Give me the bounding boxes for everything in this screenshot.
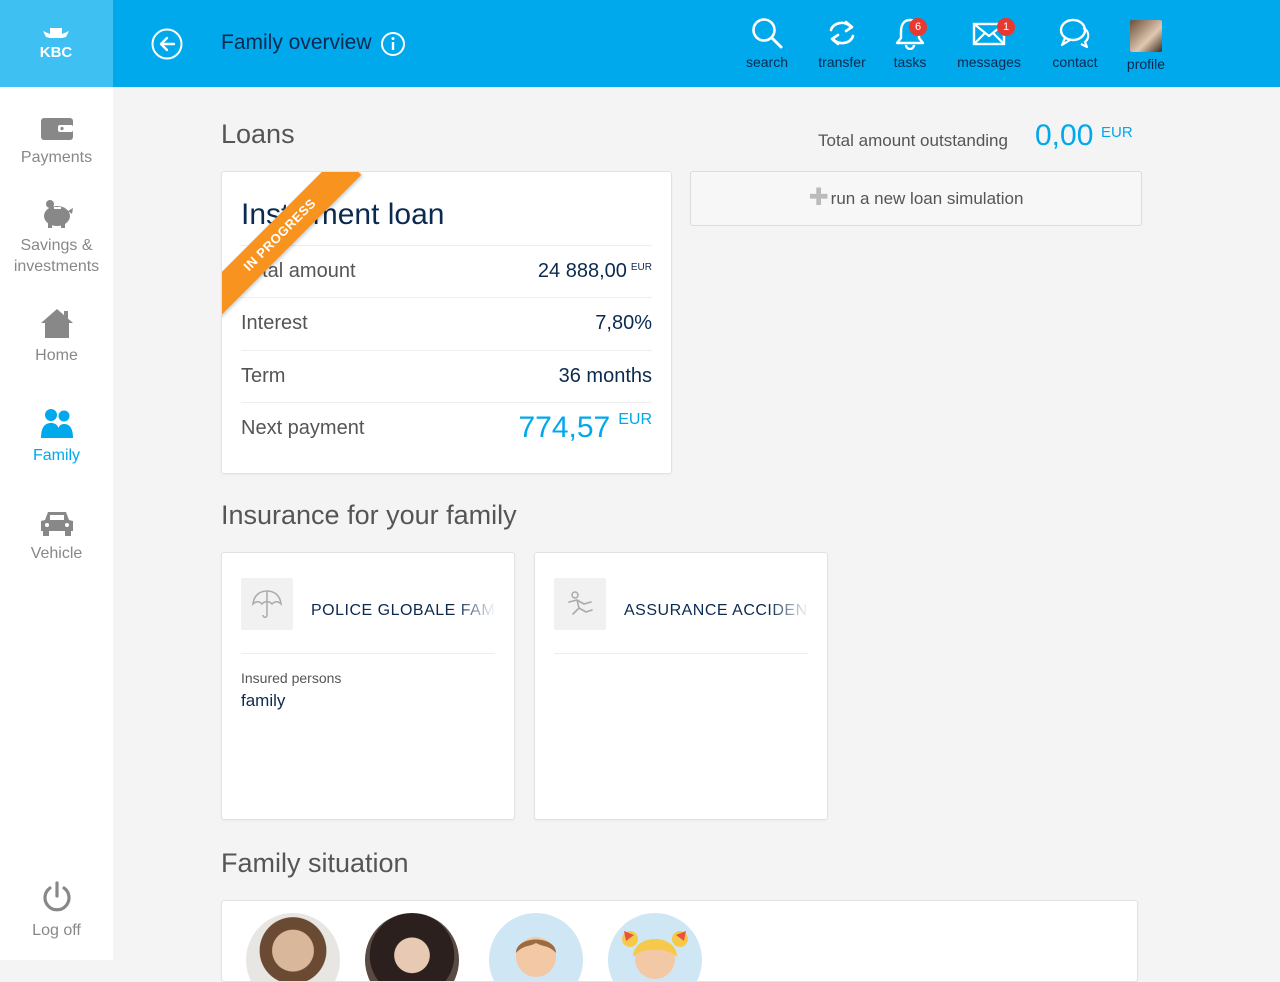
sidebar-item-home[interactable]: Home	[0, 307, 113, 366]
car-icon	[40, 512, 73, 536]
family-situation-card	[221, 900, 1138, 982]
transfer-icon	[829, 20, 855, 46]
kbc-logo-icon: KBC	[40, 28, 73, 61]
sidebar-item-label: Savings & investments	[13, 237, 100, 275]
nav-contact-label: contact	[1052, 54, 1098, 70]
family-member-photo[interactable]	[246, 913, 340, 981]
insurance-name: ASSURANCE ACCIDENTS	[624, 602, 809, 620]
loan-card[interactable]: Instalment loan Total amount 24 888,00 EU…	[221, 171, 672, 474]
falling-person-icon	[568, 591, 593, 615]
insurance-section-title: Insurance for your family	[221, 500, 517, 530]
sidebar-item-payments[interactable]: Payments	[0, 115, 113, 168]
next-payment-value: 774,57	[518, 411, 611, 444]
family-member-avatar[interactable]	[608, 913, 702, 981]
logoff-label: Log off	[32, 922, 81, 939]
status-ribbon-label: IN PROGRESS	[222, 172, 362, 317]
avatar	[1130, 20, 1162, 52]
power-icon	[42, 881, 71, 912]
info-icon[interactable]	[380, 31, 406, 57]
loan-row-value: 24 888,00 EUR	[538, 260, 652, 283]
nav-profile[interactable]: profile	[1106, 16, 1186, 76]
nav-tasks-label: tasks	[893, 54, 927, 70]
insurance-icon-box	[241, 578, 293, 630]
page-title: Family overview	[221, 31, 372, 54]
sidebar: Payments Savings & investments Home Fami…	[0, 87, 113, 960]
loan-row-value: 7,80%	[595, 312, 652, 334]
family-icon	[40, 409, 73, 438]
tasks-badge: 6	[909, 18, 927, 36]
family-member-avatar[interactable]	[489, 913, 583, 981]
insurance-name: POLICE GLOBALE FAMILIALE	[311, 602, 496, 620]
family-section-title: Family situation	[221, 848, 409, 878]
insured-persons-label: Insured persons	[241, 670, 342, 686]
loan-row-term: Term 36 months	[241, 350, 652, 403]
nav-messages[interactable]: 1 messages	[949, 16, 1029, 76]
divider	[241, 653, 495, 654]
loan-row-label: Next payment	[241, 417, 365, 439]
nav-tasks[interactable]: 6 tasks	[870, 16, 950, 76]
svg-text:KBC: KBC	[40, 44, 73, 61]
nav-contact[interactable]: contact	[1035, 16, 1115, 76]
insured-persons-value: family	[241, 691, 286, 710]
sidebar-item-label: Home	[35, 347, 78, 364]
sidebar-item-vehicle[interactable]: Vehicle	[0, 509, 113, 564]
kbc-logo[interactable]: KBC	[0, 0, 113, 87]
insurance-card[interactable]: ASSURANCE ACCIDENTS	[534, 552, 828, 820]
umbrella-icon	[252, 590, 282, 618]
family-member-photo[interactable]	[365, 913, 459, 981]
insurance-card[interactable]: POLICE GLOBALE FAMILIALE Insured persons…	[221, 552, 515, 820]
back-arrow-icon[interactable]	[150, 27, 184, 61]
divider	[554, 653, 808, 654]
sidebar-item-label: Vehicle	[30, 545, 83, 562]
nav-search[interactable]: search	[727, 16, 807, 76]
total-outstanding-currency: EUR	[1101, 124, 1133, 141]
status-ribbon: IN PROGRESS	[222, 172, 372, 322]
messages-badge: 1	[997, 18, 1015, 36]
total-outstanding-value: 0,00	[1035, 119, 1094, 152]
loans-section-title: Loans	[221, 119, 295, 149]
sidebar-item-savings[interactable]: Savings & investments	[0, 199, 113, 277]
search-icon	[752, 18, 783, 49]
loan-row-label: Term	[241, 365, 286, 387]
insurance-icon-box	[554, 578, 606, 630]
chat-bubbles-icon	[1059, 18, 1090, 49]
total-amount-value: 24 888,00	[537, 260, 627, 282]
house-icon	[40, 309, 73, 338]
piggy-bank-icon	[43, 200, 73, 228]
nav-profile-label: profile	[1126, 56, 1166, 72]
loan-row-next-payment: Next payment 774,57 EUR	[241, 402, 652, 455]
new-loan-simulation-label: run a new loan simulation	[830, 189, 1024, 208]
nav-messages-label: messages	[957, 54, 1021, 70]
total-outstanding-label: Total amount outstanding	[818, 131, 1008, 150]
nav-search-label: search	[745, 54, 789, 70]
wallet-icon	[40, 118, 73, 140]
loan-row-value: 36 months	[558, 365, 652, 387]
sidebar-item-label: Family	[32, 447, 81, 464]
boy-avatar-icon	[516, 937, 556, 977]
sidebar-item-label: Payments	[20, 149, 93, 166]
currency-label: EUR	[618, 411, 652, 428]
logoff-button[interactable]: Log off	[0, 880, 113, 941]
girl-avatar-icon	[622, 931, 688, 979]
top-bar: KBC Family overview search transfer 6 ta…	[0, 0, 1280, 87]
plus-icon: ✚	[808, 184, 829, 212]
new-loan-simulation-button[interactable]: ✚ run a new loan simulation	[690, 171, 1142, 226]
loan-row-value: 774,57 EUR	[518, 411, 652, 445]
currency-label: EUR	[630, 262, 652, 273]
sidebar-item-family[interactable]: Family	[0, 407, 113, 466]
